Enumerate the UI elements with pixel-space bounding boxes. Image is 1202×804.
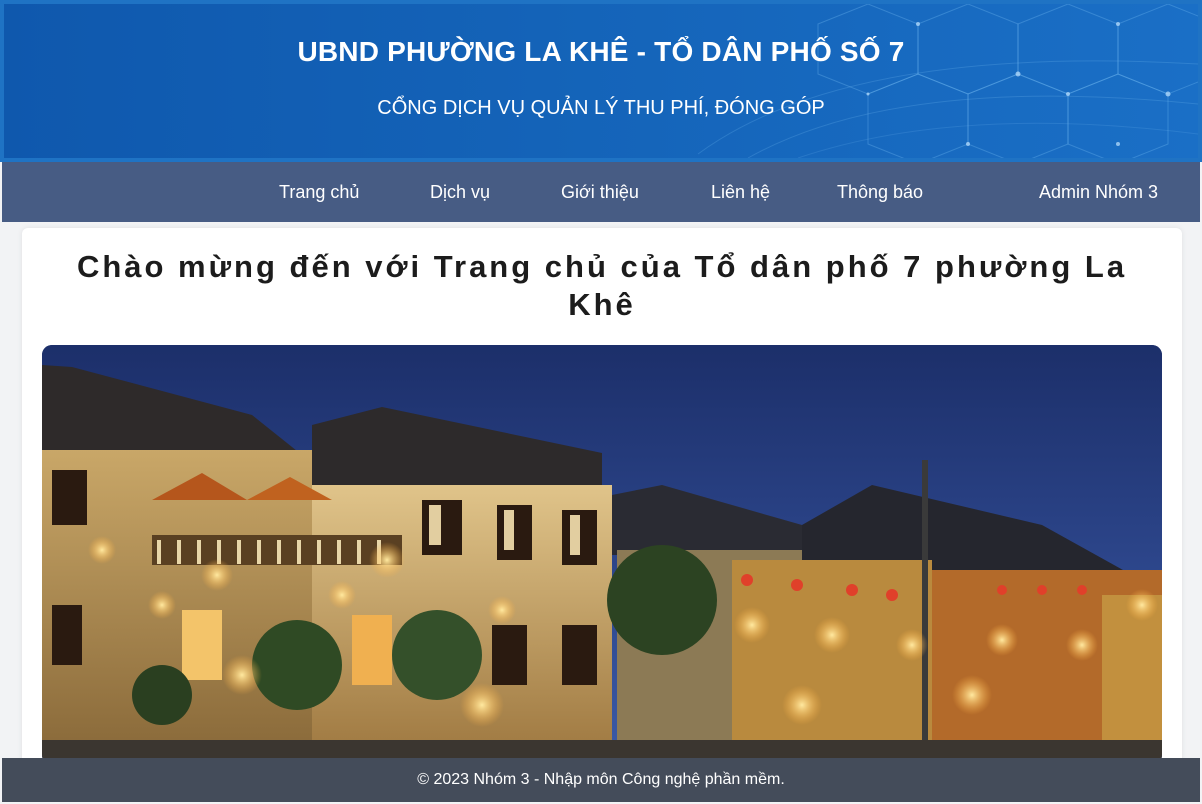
nav-item-about[interactable]: Giới thiệu bbox=[561, 162, 639, 222]
network-pattern-icon bbox=[697, 4, 1198, 158]
nav-item-home[interactable]: Trang chủ bbox=[279, 162, 359, 222]
banner-background bbox=[4, 4, 1198, 158]
main-navbar: Trang chủ Dịch vụ Giới thiệu Liên hệ Thô… bbox=[2, 162, 1200, 222]
welcome-heading-line1: Chào mừng đến với Trang chủ của Tổ dân p… bbox=[76, 249, 1128, 284]
hero-image bbox=[42, 345, 1162, 765]
nav-item-notifications[interactable]: Thông báo bbox=[837, 162, 923, 222]
site-subtitle: CỔNG DỊCH VỤ QUẢN LÝ THU PHÍ, ĐÓNG GÓP bbox=[377, 97, 825, 119]
header-banner: UBND PHƯỜNG LA KHÊ - TỔ DÂN PHỐ SỐ 7 CỔN… bbox=[0, 0, 1202, 162]
welcome-heading-line2: Khê bbox=[568, 287, 636, 322]
night-street-photo-icon bbox=[42, 345, 1162, 765]
page: UBND PHƯỜNG LA KHÊ - TỔ DÂN PHỐ SỐ 7 CỔN… bbox=[0, 0, 1202, 804]
nav-account-link[interactable]: Admin Nhóm 3 bbox=[1039, 162, 1158, 222]
nav-item-services[interactable]: Dịch vụ bbox=[430, 162, 490, 222]
welcome-heading: Chào mừng đến với Trang chủ của Tổ dân p… bbox=[22, 248, 1182, 324]
site-title: UBND PHƯỜNG LA KHÊ - TỔ DÂN PHỐ SỐ 7 bbox=[297, 36, 905, 67]
page-footer: © 2023 Nhóm 3 - Nhập môn Công nghệ phần … bbox=[2, 758, 1200, 802]
nav-item-contact[interactable]: Liên hệ bbox=[711, 162, 770, 222]
